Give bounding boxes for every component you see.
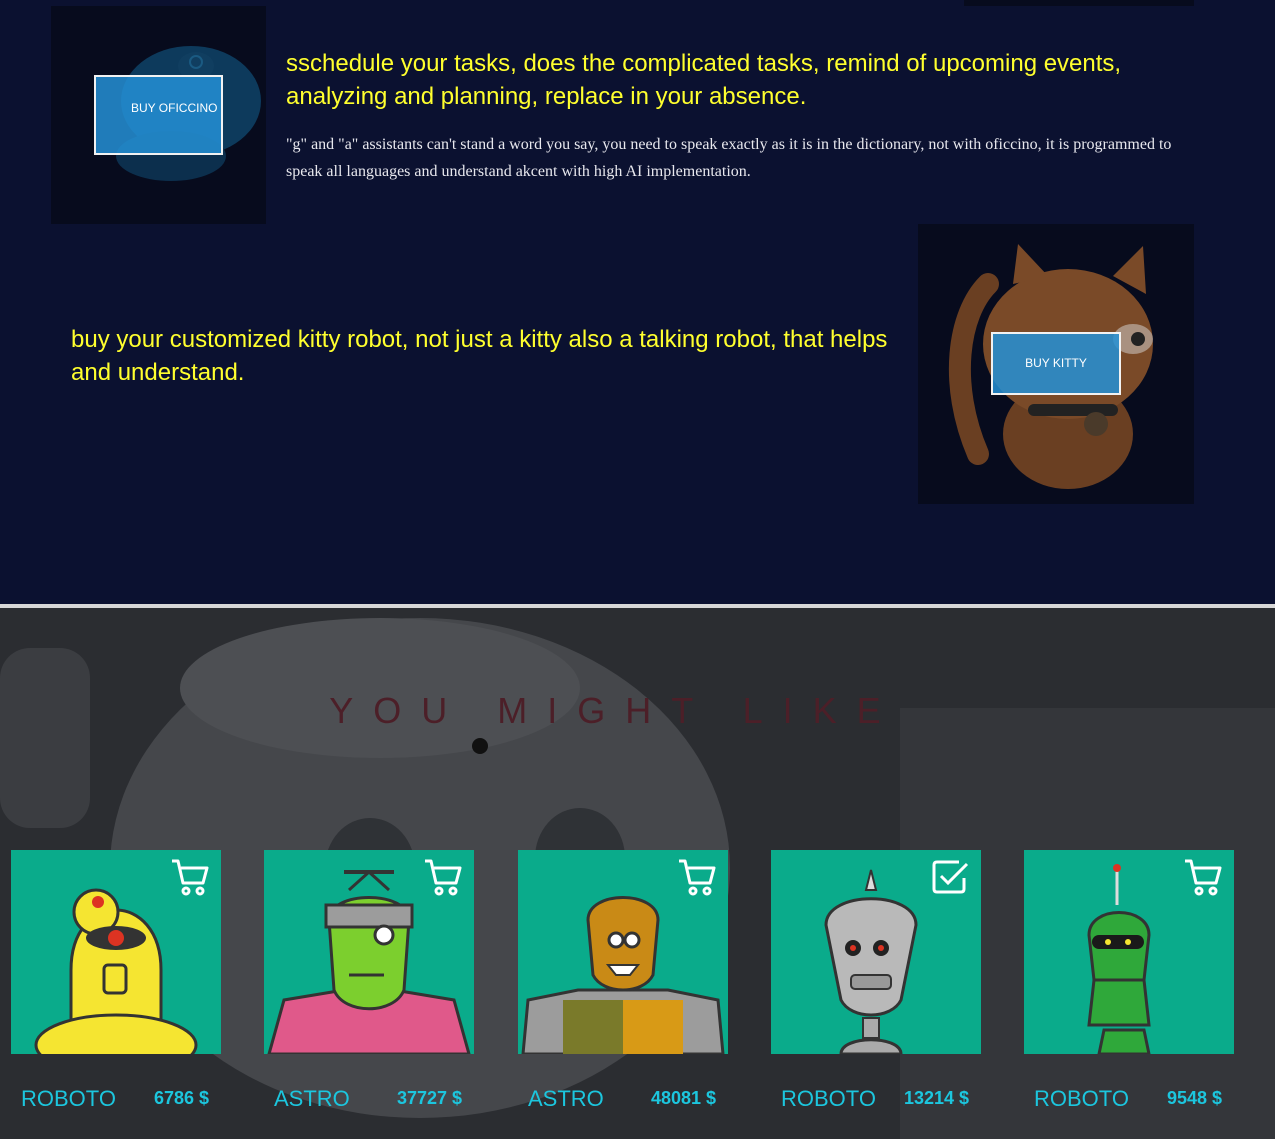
product-name[interactable]: ROBOTO	[781, 1086, 876, 1112]
decorative-bar	[964, 0, 1194, 6]
product-card[interactable]	[1024, 850, 1234, 1054]
product-card[interactable]	[771, 850, 981, 1054]
buy-kitty-button[interactable]: BUY KITTY	[991, 332, 1121, 395]
product-price: 48081 $	[651, 1088, 717, 1108]
you-might-like-heading: YOU MIGHT LIKE	[329, 690, 901, 731]
cart-icon[interactable]	[676, 856, 718, 896]
buy-oficcino-button[interactable]: BUY OFICCINO	[94, 75, 223, 155]
product-name[interactable]: ASTRO	[528, 1086, 604, 1112]
kitty-headline: buy your customized kitty robot, not jus…	[71, 326, 888, 386]
product-card[interactable]	[264, 850, 474, 1054]
oficcino-description: "g" and "a" assistants can't stand a wor…	[286, 136, 1172, 180]
oficcino-image: BUY OFICCINO	[51, 6, 266, 224]
product-price: 6786 $	[154, 1088, 210, 1108]
product-card[interactable]	[518, 850, 728, 1054]
product-price: 13214 $	[904, 1088, 970, 1108]
product-name[interactable]: ASTRO	[274, 1086, 350, 1112]
cart-icon[interactable]	[1182, 856, 1224, 896]
product-price: 9548 $	[1167, 1088, 1223, 1108]
cart-icon[interactable]	[422, 856, 464, 896]
product-card[interactable]	[11, 850, 221, 1054]
product-name[interactable]: ROBOTO	[21, 1086, 116, 1112]
checkbox-checked-icon[interactable]	[929, 856, 971, 896]
product-price: 37727 $	[397, 1088, 463, 1108]
recommendations-section: YOU MIGHT LIKE ROBOTO 6786 $ ASTRO 37727…	[0, 608, 1275, 1139]
kitty-image: BUY KITTY	[918, 224, 1194, 504]
product-name[interactable]: ROBOTO	[1034, 1086, 1129, 1112]
features-section: BUY OFICCINO sschedule your tasks, does …	[0, 0, 1275, 604]
oficcino-headline: sschedule your tasks, does the complicat…	[286, 50, 1122, 110]
cart-icon[interactable]	[169, 856, 211, 896]
